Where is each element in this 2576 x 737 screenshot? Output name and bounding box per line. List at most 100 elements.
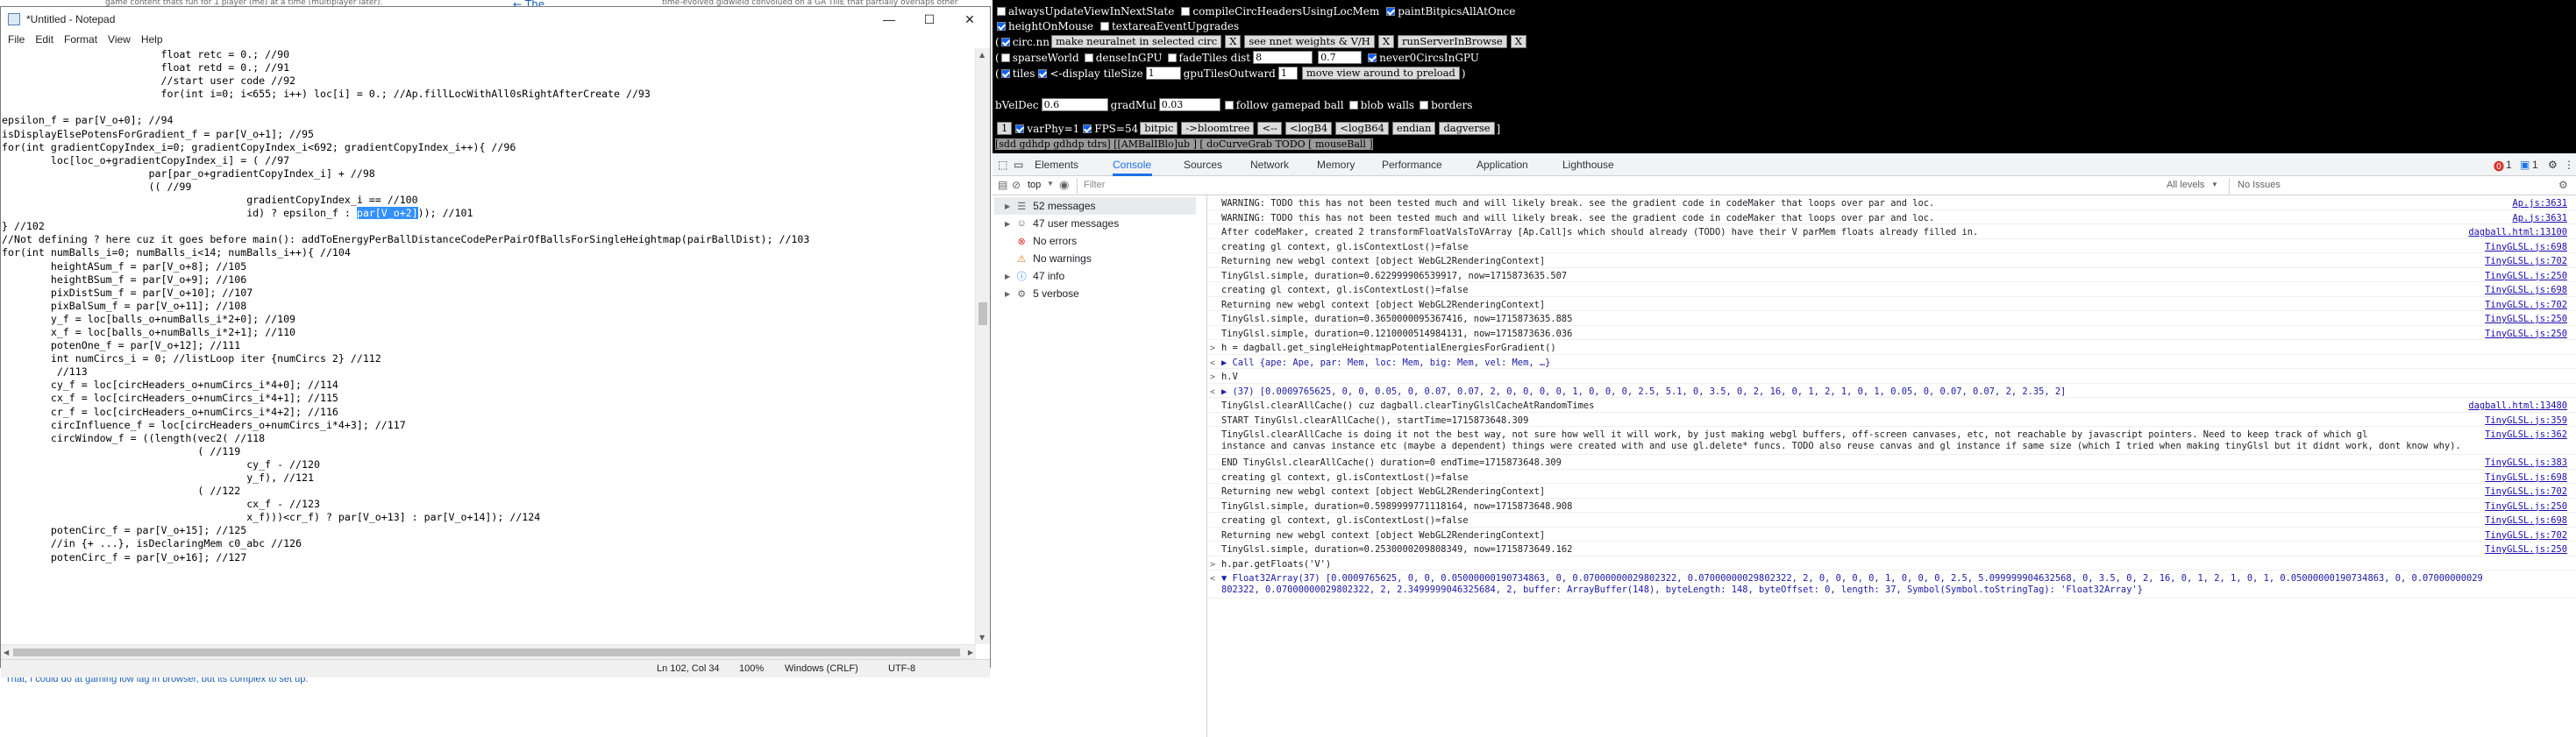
- tab-elements[interactable]: Elements: [1035, 159, 1078, 171]
- filter-input[interactable]: Filter: [1084, 180, 2153, 190]
- dagverse-button[interactable]: dagverse: [1439, 122, 1495, 135]
- eye-icon[interactable]: ◉: [1059, 178, 1069, 192]
- textarea-checkbox[interactable]: [1099, 21, 1109, 31]
- bitpic-button[interactable]: bitpic: [1140, 122, 1178, 135]
- console-settings-icon[interactable]: ⚙: [2558, 179, 2568, 191]
- make-neuralnet-button[interactable]: make neuralnet in selected circ: [1050, 35, 1222, 48]
- console-source-link[interactable]: TinyGLSL.js:250: [2485, 501, 2567, 512]
- context-selector[interactable]: top: [1028, 180, 1041, 190]
- console-source-link[interactable]: TinyGLSL.js:702: [2485, 530, 2567, 541]
- console-source-link[interactable]: TinyGLSL.js:359: [2485, 415, 2567, 426]
- error-count[interactable]: 1: [2506, 159, 2512, 171]
- logb4-button[interactable]: <logB4: [1284, 122, 1333, 135]
- console-source-link[interactable]: TinyGLSL.js:250: [2485, 329, 2567, 339]
- vertical-scroll-thumb[interactable]: [978, 302, 987, 325]
- console-source-link[interactable]: TinyGLSL.js:698: [2485, 515, 2567, 526]
- tab-sources[interactable]: Sources: [1184, 159, 1222, 171]
- device-toolbar-icon[interactable]: ▭: [1014, 159, 1023, 171]
- gpu-tiles-input[interactable]: 1: [1277, 67, 1298, 80]
- notepad-titlebar[interactable]: *Untitled - Notepad — ☐ ✕: [1, 7, 990, 32]
- borders-checkbox[interactable]: [1420, 100, 1429, 110]
- tab-network[interactable]: Network: [1250, 159, 1289, 171]
- x-button-3[interactable]: X: [1510, 35, 1526, 48]
- tab-memory[interactable]: Memory: [1317, 159, 1355, 171]
- x-button-2[interactable]: X: [1377, 35, 1395, 48]
- console-source-link[interactable]: TinyGLSL.js:250: [2485, 271, 2567, 281]
- console-source-link[interactable]: Ap.js:3631: [2512, 198, 2567, 209]
- console-source-link[interactable]: TinyGLSL.js:702: [2485, 256, 2567, 266]
- sidebar-item-info[interactable]: ▶ ⓘ 47 info: [1005, 267, 1064, 285]
- horizontal-scroll-thumb[interactable]: [13, 648, 960, 656]
- menu-edit[interactable]: Edit: [30, 33, 59, 46]
- scroll-right-icon[interactable]: ▶: [968, 648, 973, 656]
- vertical-scrollbar[interactable]: ▲ ▼: [975, 48, 990, 644]
- sidebar-item-verbose[interactable]: ▶ ⚙ 5 verbose: [1005, 285, 1079, 302]
- console-result-line[interactable]: < ▼ Float32Array(37) [0.0009765625, 0, 0,…: [1208, 570, 2576, 599]
- text-selection[interactable]: par[V_o+2]: [356, 207, 418, 220]
- console-result-line[interactable]: < ▶ Call {ape: Ape, par: Mem, loc: Mem, b…: [1208, 355, 2576, 369]
- x-button-1[interactable]: X: [1225, 35, 1242, 48]
- sidebar-item-errors[interactable]: ▶⊗No errors: [1005, 232, 1078, 250]
- menu-help[interactable]: Help: [136, 33, 168, 46]
- circ-nn-checkbox[interactable]: [1000, 37, 1010, 46]
- console-result-line[interactable]: < ▶ (37) [0.0009765625, 0, 0, 0.05, 0, 0.…: [1208, 384, 2576, 398]
- always-update-checkbox[interactable]: [997, 6, 1006, 16]
- expand-icon[interactable]: ▶: [1005, 220, 1010, 228]
- one-button[interactable]: 1: [997, 122, 1013, 135]
- more-options-icon[interactable]: ⋮: [2564, 159, 2574, 171]
- horizontal-scrollbar[interactable]: ◀ ▶: [1, 644, 976, 659]
- follow-gamepad-checkbox[interactable]: [1224, 100, 1234, 110]
- console-source-link[interactable]: TinyGLSL.js:250: [2485, 544, 2567, 555]
- levels-chevron-icon[interactable]: ▼: [2211, 181, 2218, 188]
- expand-icon[interactable]: ▶: [1005, 273, 1010, 280]
- tile-size-input[interactable]: 1: [1145, 67, 1181, 80]
- scroll-down-icon[interactable]: ▼: [979, 634, 985, 641]
- console-source-link[interactable]: TinyGLSL.js:698: [2485, 285, 2567, 295]
- console-source-link[interactable]: dagball.html:13100: [2468, 227, 2567, 237]
- console-source-link[interactable]: TinyGLSL.js:362: [2485, 429, 2567, 440]
- never0-checkbox[interactable]: [1368, 53, 1377, 62]
- logb64-button[interactable]: <logB64: [1335, 122, 1389, 135]
- minimize-button[interactable]: —: [869, 7, 909, 32]
- menu-view[interactable]: View: [103, 33, 136, 46]
- gradmul-input[interactable]: 0.03: [1158, 98, 1220, 111]
- height-on-mouse-checkbox[interactable]: [997, 21, 1006, 31]
- tab-lighthouse[interactable]: Lighthouse: [1562, 159, 1614, 171]
- run-server-button[interactable]: runServerInBrowse: [1398, 35, 1507, 48]
- fade-alpha-input[interactable]: 0.7: [1318, 51, 1363, 64]
- back-arrow-button[interactable]: <--: [1257, 122, 1282, 135]
- error-badge-icon[interactable]: ⓿: [2494, 159, 2504, 174]
- tab-application[interactable]: Application: [1477, 159, 1528, 171]
- bloomtree-button[interactable]: ->bloomtree: [1181, 122, 1255, 135]
- chevron-down-icon[interactable]: ▼: [1047, 180, 1054, 188]
- varphy-checkbox[interactable]: [1015, 124, 1025, 133]
- dense-gpu-checkbox[interactable]: [1084, 53, 1093, 62]
- log-levels-dropdown[interactable]: All levels: [2167, 180, 2204, 190]
- menu-format[interactable]: Format: [59, 33, 103, 46]
- console-source-link[interactable]: TinyGLSL.js:250: [2485, 314, 2567, 324]
- move-view-button[interactable]: move view around to preload: [1301, 67, 1460, 80]
- compile-checkbox[interactable]: [1181, 6, 1191, 16]
- scroll-left-icon[interactable]: ◀: [4, 648, 9, 656]
- tiles-checkbox[interactable]: [1000, 68, 1010, 78]
- sidebar-item-user-messages[interactable]: ▶ ☺ 47 user messages: [1005, 215, 1119, 232]
- notepad-text-area[interactable]: float retc = 0.; //90 float retd = 0.; /…: [1, 48, 976, 644]
- console-source-link[interactable]: TinyGLSL.js:383: [2485, 457, 2567, 468]
- console-source-link[interactable]: TinyGLSL.js:702: [2485, 486, 2567, 497]
- see-nnet-button[interactable]: see nnet weights & V/H: [1244, 35, 1375, 48]
- scroll-up-icon[interactable]: ▲: [979, 51, 985, 59]
- console-source-link[interactable]: TinyGLSL.js:698: [2485, 242, 2567, 252]
- expand-icon[interactable]: ▶: [1005, 202, 1010, 210]
- console-source-link[interactable]: TinyGLSL.js:698: [2485, 472, 2567, 483]
- tab-console[interactable]: Console: [1113, 159, 1151, 171]
- sidebar-item-messages[interactable]: ▶ ☰ 52 messages: [994, 197, 1196, 215]
- settings-gear-icon[interactable]: ⚙: [2548, 159, 2558, 171]
- fade-dist-input[interactable]: 8: [1253, 51, 1313, 64]
- blob-walls-checkbox[interactable]: [1348, 100, 1358, 110]
- fade-tiles-checkbox[interactable]: [1167, 53, 1177, 62]
- inspect-icon[interactable]: ⬚: [998, 159, 1007, 171]
- paint-checkbox[interactable]: [1386, 6, 1396, 16]
- bveldec-input[interactable]: 0.6: [1041, 98, 1108, 111]
- close-button[interactable]: ✕: [950, 7, 990, 32]
- sidebar-item-warnings[interactable]: ▶⚠No warnings: [1005, 250, 1092, 267]
